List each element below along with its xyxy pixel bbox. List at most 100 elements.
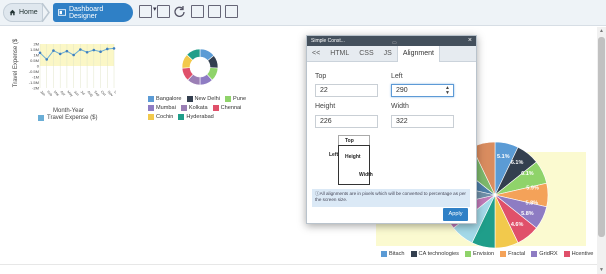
legend-item[interactable]: Kolkata — [180, 105, 208, 111]
height-label: Height — [315, 103, 336, 110]
dialog-title: Simple Const... — [311, 38, 345, 44]
tab-alignment[interactable]: Alignment — [396, 46, 440, 62]
data-point — [99, 50, 102, 53]
legend-swatch — [38, 115, 44, 121]
vertical-scrollbar[interactable]: ▲ ▼ — [597, 27, 606, 274]
breadcrumb-designer-label: Dashboard Designer — [68, 5, 104, 20]
breadcrumb-dashboard-designer[interactable]: Dashboard Designer — [53, 3, 133, 22]
dialog-tabs: << HTML CSS JS Alignment — [307, 46, 476, 62]
info-message: ⓘAll alignments are in pixels which will… — [312, 189, 470, 207]
width-input[interactable]: 322 — [391, 115, 454, 128]
data-point — [105, 47, 109, 51]
legend-item[interactable]: New Delhi — [186, 96, 220, 102]
y-tick-label: -1.5M — [29, 80, 39, 85]
tab-css[interactable]: CSS — [354, 46, 378, 62]
legend-item[interactable]: Hcentive — [563, 251, 593, 257]
layout-icon[interactable] — [139, 5, 157, 18]
pie-data-label: 5.8% — [521, 211, 534, 217]
y-tick-label: 1.5M — [30, 47, 39, 52]
left-input[interactable]: 290 ▲ ▼ — [391, 84, 454, 97]
apply-button[interactable]: Apply — [443, 208, 468, 221]
data-point — [85, 50, 89, 54]
height-input[interactable]: 226 — [315, 115, 378, 128]
top-label: Top — [315, 73, 327, 80]
pie-data-label: 6.1% — [521, 171, 534, 177]
legend-item[interactable]: Bitach — [381, 251, 405, 257]
x-tick-label: Nov — [107, 90, 114, 97]
donut-chart — [181, 48, 219, 86]
pie-data-label: 5.8% — [526, 200, 539, 206]
copy-icon[interactable] — [157, 5, 170, 18]
alignment-diagram: Top Left Height Width — [329, 135, 382, 185]
data-point — [112, 47, 116, 50]
line-chart-legend: Travel Expense ($) — [38, 115, 97, 121]
stepper-icon[interactable]: ▲ ▼ — [445, 86, 450, 96]
data-point — [72, 53, 75, 57]
top-input[interactable]: 22 — [315, 84, 378, 97]
x-tick-label: Sep — [93, 90, 100, 97]
x-tick-label: Mar — [53, 90, 61, 98]
breadcrumb-home[interactable]: Home — [3, 3, 43, 22]
diagram-inner-box — [338, 145, 370, 185]
diagram-left-label: Left — [329, 152, 339, 158]
x-tick-label: May — [66, 90, 74, 98]
canvas-bottom-border — [0, 264, 597, 265]
line-chart-y-title: Travel Expense ($ — [13, 38, 19, 88]
dashboard-designer-screen: Home Dashboard Designer Travel Expense (… — [0, 0, 606, 274]
data-point — [52, 49, 55, 52]
legend-item[interactable]: CA technologies — [410, 251, 459, 257]
table-icon[interactable] — [208, 5, 221, 18]
dialog-title-bar[interactable]: Simple Const... ▭ × — [307, 36, 476, 46]
window-icon[interactable] — [225, 5, 238, 18]
legend-item[interactable]: Hyderabad — [178, 114, 214, 120]
scroll-up-icon[interactable]: ▲ — [597, 28, 606, 34]
close-icon[interactable]: × — [468, 36, 472, 46]
data-point — [65, 49, 69, 53]
tab-collapse[interactable]: << — [307, 46, 325, 62]
line-chart-legend-label: Travel Expense ($) — [47, 115, 98, 121]
line-chart-plot: 2M1.5M1M0.5M0-0.5M-1M-1.5M-2MJan Feb Mar Ap… — [29, 42, 116, 98]
home-icon — [9, 9, 16, 16]
legend-item[interactable]: Envision — [464, 251, 494, 257]
x-tick-label: Aug — [86, 90, 93, 97]
tab-html[interactable]: HTML — [325, 46, 354, 62]
y-tick-label: -2M — [32, 86, 39, 91]
data-point — [38, 51, 42, 55]
legend-item[interactable]: Bangalore — [148, 96, 182, 102]
legend-item[interactable]: Cochin — [148, 114, 173, 120]
plot-band — [40, 44, 114, 66]
legend-item[interactable]: Chennai — [212, 105, 241, 111]
simple-constraint-dialog: Simple Const... ▭ × << HTML CSS JS Align… — [306, 35, 477, 224]
legend-item[interactable]: Mumbai — [148, 105, 176, 111]
x-tick-label: Apr — [59, 90, 66, 97]
width-label: Width — [391, 103, 409, 110]
data-point — [45, 58, 49, 61]
data-point — [58, 52, 62, 56]
pie-data-label: 5.9% — [526, 185, 539, 191]
x-tick-label: Oct — [100, 90, 107, 97]
y-tick-label: -0.5M — [29, 69, 39, 74]
top-toolbar: Home Dashboard Designer — [0, 0, 606, 26]
filter-icon[interactable] — [191, 5, 204, 18]
x-tick-label: Feb — [46, 90, 53, 97]
breadcrumb-home-label: Home — [19, 9, 38, 16]
scroll-down-icon[interactable]: ▼ — [597, 267, 606, 273]
pie-data-label: 4.6% — [511, 222, 524, 228]
legend-item[interactable]: Fractal — [500, 251, 525, 257]
y-tick-label: 1M — [33, 53, 39, 58]
left-input-value: 290 — [396, 87, 408, 94]
info-text: All alignments are in pixels which will … — [315, 191, 466, 202]
tab-js[interactable]: JS — [379, 46, 397, 62]
diagram-height-label: Height — [345, 154, 361, 160]
legend-item[interactable]: GridRX — [531, 251, 558, 257]
x-tick-label: Jun — [73, 90, 80, 97]
y-tick-label: 0.5M — [30, 58, 39, 63]
refresh-icon[interactable] — [173, 5, 186, 18]
pie-data-label: 5.1% — [497, 154, 510, 160]
data-point — [92, 48, 96, 52]
dashboard-icon — [58, 9, 66, 16]
legend-item[interactable]: Pune — [225, 96, 246, 102]
scrollbar-thumb[interactable] — [598, 37, 605, 237]
diagram-width-label: Width — [359, 172, 373, 178]
y-tick-label: -1M — [32, 75, 39, 80]
